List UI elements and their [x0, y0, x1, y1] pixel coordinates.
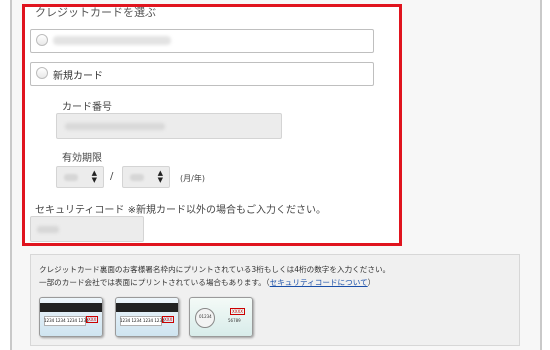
card-front-example: 01234 XXXX 56789: [189, 297, 253, 337]
card-magnetic-stripe: [116, 303, 178, 312]
new-card-option[interactable]: 新規カード: [30, 62, 374, 86]
select-arrows-icon: ▲ ▼: [91, 169, 97, 184]
frame-right-border: [540, 0, 542, 350]
saved-card-radio[interactable]: [36, 34, 48, 46]
expiry-month-value: [64, 174, 78, 181]
card-security-code: XXX: [86, 316, 99, 323]
security-code-info-box: クレジットカード裏面のお客様署名枠内にプリントされている3桁もしくは4桁の数字を…: [30, 254, 520, 346]
info-line-2: 一部のカード会社では表面にプリントされている場合もあります。（セキュリティコード…: [39, 277, 375, 288]
card-select-title: クレジットカードを選ぶ: [35, 6, 156, 19]
info-line-1: クレジットカード裏面のお客様署名枠内にプリントされている3桁もしくは4桁の数字を…: [39, 265, 391, 274]
card-back-example-1: 1234 1234 1234 1234 XXX: [39, 297, 103, 337]
security-code-label: セキュリティコード ※新規カード以外の場合もご入力ください。: [35, 205, 326, 216]
expiry-format-hint: (月/年): [180, 174, 205, 183]
card-number-text: 1234 1234 1234 1234: [120, 318, 165, 323]
expiry-year-value: [130, 174, 144, 181]
expiry-month-select[interactable]: ▲ ▼: [56, 166, 104, 188]
select-arrows-icon: ▲ ▼: [157, 169, 163, 184]
saved-card-option[interactable]: [30, 29, 374, 53]
frame-left-border: [10, 0, 12, 350]
card-number-label: カード番号: [62, 102, 112, 113]
expiry-label: 有効期限: [62, 153, 102, 164]
new-card-radio[interactable]: [36, 67, 48, 79]
card-front-sub-number: 56789: [228, 318, 241, 323]
new-card-label: 新規カード: [53, 71, 103, 82]
info-line-2-end: ）: [367, 278, 376, 287]
card-number-input[interactable]: [56, 113, 282, 139]
card-number-text: 1234 1234 1234 1234: [44, 318, 89, 323]
card-back-example-2: 1234 1234 1234 1234 XXX: [115, 297, 179, 337]
security-code-help-link[interactable]: セキュリティコードについて: [270, 278, 368, 287]
expiry-year-select[interactable]: ▲ ▼: [122, 166, 170, 188]
card-number-placeholder: [65, 123, 165, 130]
expiry-separator: /: [110, 171, 114, 182]
card-magnetic-stripe: [40, 303, 102, 312]
card-security-code: XXX: [162, 316, 175, 323]
info-line-2-text: 一部のカード会社では表面にプリントされている場合もあります。（: [39, 278, 270, 287]
security-code-input[interactable]: [30, 216, 144, 242]
card-front-security-code: XXXX: [230, 308, 245, 315]
saved-card-masked-number: [53, 36, 171, 45]
card-front-number: 01234: [199, 314, 212, 319]
security-code-placeholder: [37, 226, 59, 233]
